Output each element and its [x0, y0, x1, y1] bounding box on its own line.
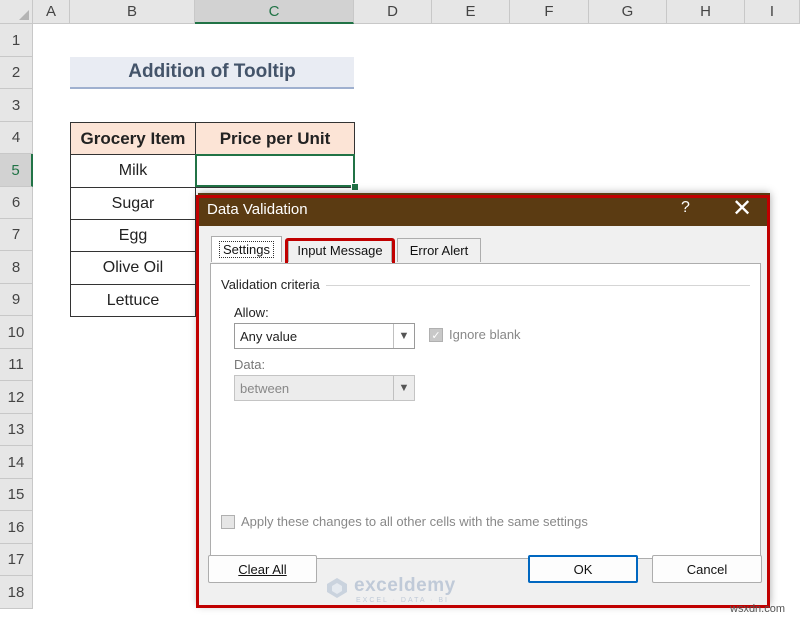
fill-handle[interactable]: [351, 183, 359, 191]
row-header-6[interactable]: 6: [0, 187, 33, 219]
row-header-8[interactable]: 8: [0, 251, 33, 284]
row-header-11[interactable]: 11: [0, 349, 33, 381]
ignore-blank-label: Ignore blank: [449, 327, 521, 342]
dialog-title: Data Validation: [207, 201, 308, 218]
chevron-down-icon: ▼: [393, 376, 414, 400]
row-header-17[interactable]: 17: [0, 544, 33, 576]
select-all-triangle-icon: [19, 10, 29, 20]
row-header-9[interactable]: 9: [0, 284, 33, 316]
row-header-10[interactable]: 10: [0, 316, 33, 349]
help-icon[interactable]: ?: [681, 199, 690, 217]
row-header-13[interactable]: 13: [0, 414, 33, 446]
column-header-b[interactable]: B: [70, 0, 195, 24]
row-header-16[interactable]: 16: [0, 511, 33, 544]
data-select[interactable]: between ▼: [234, 375, 415, 401]
clear-all-button[interactable]: Clear All: [208, 555, 317, 583]
row-header-14[interactable]: 14: [0, 446, 33, 479]
data-validation-dialog: Data Validation ? ✕ Settings Input Messa…: [198, 193, 770, 605]
row-header-15[interactable]: 15: [0, 479, 33, 511]
table-cell-item[interactable]: Sugar: [70, 187, 196, 220]
tab-input-message[interactable]: Input Message: [288, 238, 392, 262]
row-header-5[interactable]: 5: [0, 154, 33, 187]
row-header-12[interactable]: 12: [0, 381, 33, 414]
validation-criteria-label: Validation criteria: [221, 277, 324, 292]
allow-label: Allow:: [234, 305, 269, 320]
clear-all-label: Clear All: [238, 561, 287, 577]
table-cell-item[interactable]: Olive Oil: [70, 251, 196, 285]
watermark-brand: exceldemy: [354, 575, 456, 596]
table-header-grocery-item[interactable]: Grocery Item: [70, 122, 196, 155]
column-header-f[interactable]: F: [510, 0, 589, 24]
row-header-3[interactable]: 3: [0, 89, 33, 122]
row-header-7[interactable]: 7: [0, 219, 33, 251]
column-header-d[interactable]: D: [354, 0, 432, 24]
column-header-a[interactable]: A: [33, 0, 70, 24]
table-cell-item[interactable]: Egg: [70, 219, 196, 252]
sheet-title[interactable]: Addition of Tooltip: [70, 57, 354, 89]
column-header-i[interactable]: I: [745, 0, 800, 24]
source-credit: wsxdn.com: [730, 603, 786, 615]
column-header-c[interactable]: C: [195, 0, 354, 24]
column-header-h[interactable]: H: [667, 0, 745, 24]
close-icon[interactable]: ✕: [732, 195, 752, 223]
settings-panel: Validation criteria Allow: Any value ▼ ✓…: [210, 263, 761, 559]
apply-to-all-checkbox[interactable]: [221, 515, 235, 529]
group-divider: [326, 285, 750, 286]
select-all-corner[interactable]: [0, 0, 33, 24]
row-header-2[interactable]: 2: [0, 57, 33, 89]
tab-settings[interactable]: Settings: [211, 236, 282, 262]
exceldemy-watermark: exceldemy EXCEL · DATA · BI: [327, 575, 456, 604]
allow-select[interactable]: Any value ▼: [234, 323, 415, 349]
row-header-18[interactable]: 18: [0, 576, 33, 609]
dialog-titlebar[interactable]: Data Validation ? ✕: [198, 193, 770, 226]
ok-button[interactable]: OK: [528, 555, 638, 583]
column-header-e[interactable]: E: [432, 0, 510, 24]
table-cell-item[interactable]: Lettuce: [70, 284, 196, 317]
data-label: Data:: [234, 357, 266, 372]
apply-to-all-label: Apply these changes to all other cells w…: [241, 514, 588, 529]
tab-settings-label: Settings: [219, 241, 274, 258]
tab-error-alert[interactable]: Error Alert: [397, 238, 481, 262]
row-header-1[interactable]: 1: [0, 24, 33, 57]
exceldemy-logo-icon: [327, 578, 347, 598]
allow-select-value: Any value: [240, 329, 298, 344]
table-cell-item[interactable]: Milk: [70, 154, 196, 188]
chevron-down-icon: ▼: [393, 324, 414, 348]
row-header-4[interactable]: 4: [0, 122, 33, 154]
table-header-price-per-unit[interactable]: Price per Unit: [195, 122, 355, 155]
watermark-tagline: EXCEL · DATA · BI: [356, 597, 449, 604]
active-cell-c5[interactable]: [195, 154, 355, 187]
data-select-value: between: [240, 381, 290, 396]
ignore-blank-checkbox[interactable]: ✓: [429, 328, 443, 342]
column-header-g[interactable]: G: [589, 0, 667, 24]
cancel-button[interactable]: Cancel: [652, 555, 762, 583]
